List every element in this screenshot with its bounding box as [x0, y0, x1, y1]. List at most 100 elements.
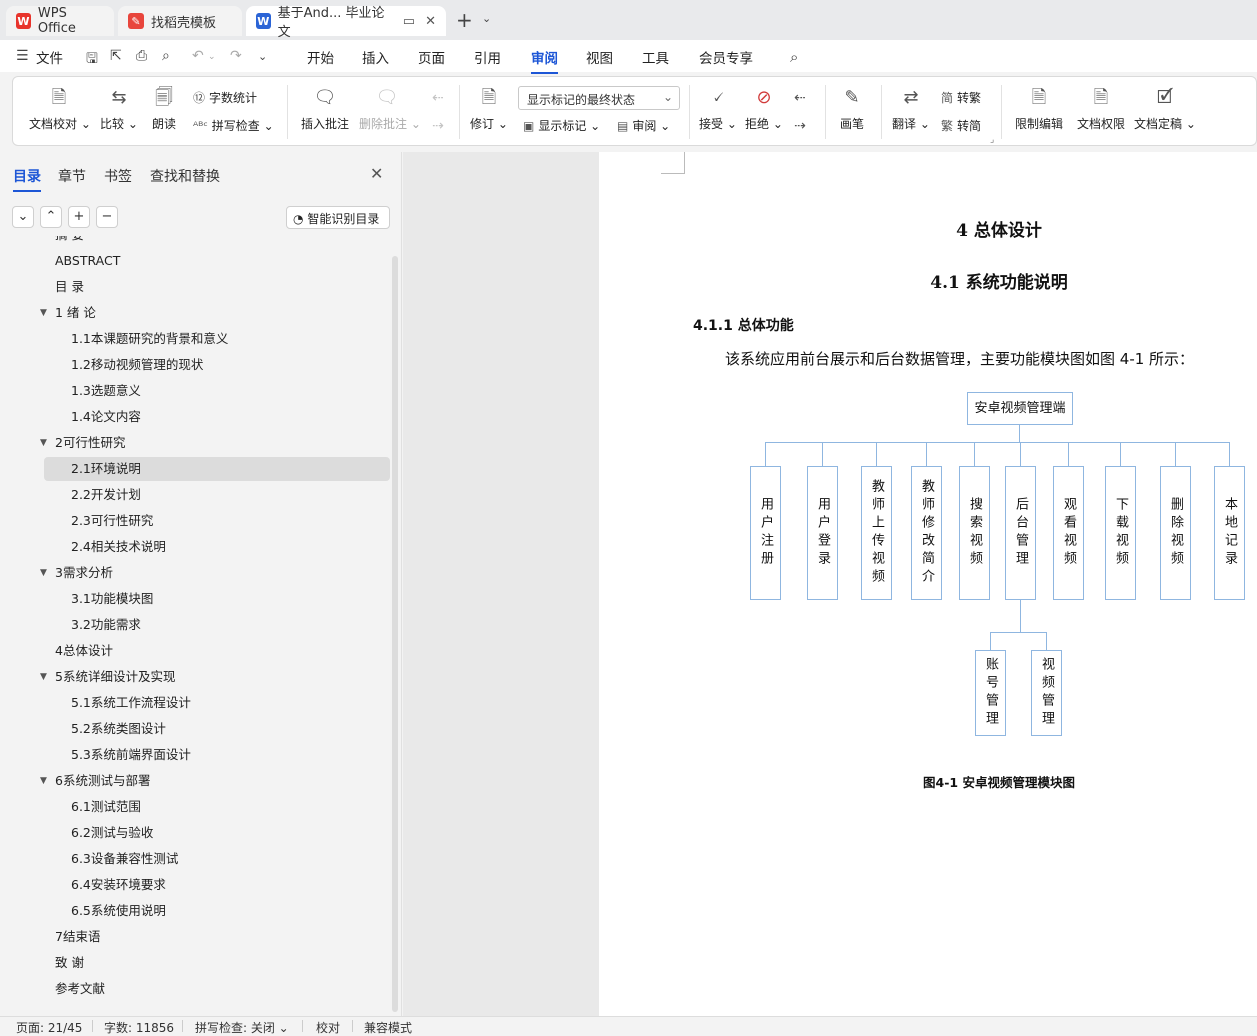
- toc-item[interactable]: ▼ 3需求分析: [40, 561, 390, 585]
- to-simplified-button[interactable]: 繁转简: [941, 117, 981, 134]
- tab-docer-templates[interactable]: ✎ 找稻壳模板: [118, 6, 242, 36]
- toc-item[interactable]: ▼ 6系统测试与部署: [40, 769, 390, 793]
- collapse-all-button[interactable]: ⌄: [12, 206, 34, 228]
- toc-item[interactable]: 7结束语: [44, 925, 390, 949]
- hamburger-icon[interactable]: ☰: [16, 48, 29, 64]
- print-preview-icon[interactable]: ⌕: [162, 48, 170, 64]
- toc-item[interactable]: 3.1功能模块图: [44, 587, 390, 611]
- spell-check-button[interactable]: ᴬᴮᶜ 拼写检查 ⌄: [193, 117, 274, 134]
- toc-item[interactable]: 1.4论文内容: [44, 405, 390, 429]
- new-tab-icon[interactable]: +: [456, 10, 473, 30]
- next-change-button[interactable]: ⇢: [787, 113, 813, 139]
- doc-permission-button[interactable]: 🗎 文档权限: [1073, 85, 1129, 132]
- toc-item[interactable]: 摘 要: [44, 236, 390, 247]
- toc-item[interactable]: ▼ 1 绪 论: [40, 301, 390, 325]
- toc-item[interactable]: 6.3设备兼容性测试: [44, 847, 390, 871]
- tab-find-replace[interactable]: 查找和替换: [150, 166, 220, 186]
- menu-member[interactable]: 会员专享: [699, 47, 753, 67]
- spell-check-toggle[interactable]: 拼写检查: 关闭 ⌄: [195, 1019, 289, 1036]
- to-traditional-button[interactable]: 简转繁: [941, 89, 981, 106]
- toc-item[interactable]: 目 录: [44, 275, 390, 299]
- expand-arrow-icon[interactable]: ▼: [40, 561, 47, 585]
- restrict-edit-button[interactable]: 🗎 限制编辑: [1011, 85, 1067, 132]
- search-icon[interactable]: ⌕: [790, 48, 798, 66]
- toc-item[interactable]: 5.2系统类图设计: [44, 717, 390, 741]
- word-count-button[interactable]: ⑫ 字数统计: [193, 89, 257, 106]
- toc-item[interactable]: 致 谢: [44, 951, 390, 975]
- toc-item[interactable]: 4总体设计: [44, 639, 390, 663]
- tab-current-document[interactable]: W 基于And... 毕业论文 ▭ ✕: [246, 6, 446, 40]
- show-markup-button[interactable]: ▣ 显示标记 ⌄: [523, 117, 600, 134]
- expand-arrow-icon[interactable]: ▼: [40, 431, 47, 455]
- menu-insert[interactable]: 插入: [362, 47, 389, 67]
- toc-item[interactable]: 6.2测试与验收: [44, 821, 390, 845]
- menu-start[interactable]: 开始: [307, 47, 334, 67]
- toc-item[interactable]: 6.4安装环境要求: [44, 873, 390, 897]
- toc-item[interactable]: 3.2功能需求: [44, 613, 390, 637]
- document-area[interactable]: 4 总体设计 4.1 系统功能说明 4.1.1 总体功能 该系统应用前台展示和后…: [403, 152, 1257, 1016]
- toc-item[interactable]: 2.2开发计划: [44, 483, 390, 507]
- expand-arrow-icon[interactable]: ▼: [40, 769, 47, 793]
- undo-dropdown-icon[interactable]: ⌄: [208, 52, 216, 62]
- page-indicator[interactable]: 页面: 21/45: [16, 1019, 82, 1036]
- print-icon[interactable]: ⎙: [136, 48, 147, 64]
- toc-item[interactable]: ▼ 5系统详细设计及实现: [40, 665, 390, 689]
- expand-arrow-icon[interactable]: ▼: [40, 301, 47, 325]
- accept-button[interactable]: 🗸 接受 ⌄: [699, 85, 737, 132]
- tab-bookmarks[interactable]: 书签: [104, 166, 132, 186]
- read-aloud-button[interactable]: 🗐 朗读: [147, 85, 181, 132]
- undo-icon[interactable]: ↶: [192, 48, 204, 64]
- compare-button[interactable]: ⇆ 比较 ⌄: [97, 85, 141, 132]
- prev-change-button[interactable]: ⇠: [787, 85, 813, 111]
- tab-toc[interactable]: 目录: [13, 166, 41, 192]
- reject-button[interactable]: ⊘ 拒绝 ⌄: [745, 85, 783, 132]
- menu-file[interactable]: 文件: [36, 47, 63, 67]
- toc-item[interactable]: 5.3系统前端界面设计: [44, 743, 390, 767]
- toc-item[interactable]: 1.2移动视频管理的现状: [44, 353, 390, 377]
- toc-item[interactable]: 6.5系统使用说明: [44, 899, 390, 923]
- redo-icon[interactable]: ↷: [230, 48, 242, 64]
- prev-comment-button[interactable]: ⇠: [425, 85, 451, 111]
- delete-comment-button[interactable]: 🗨 删除批注 ⌄: [359, 85, 421, 132]
- remove-heading-button[interactable]: −: [96, 206, 118, 228]
- review-pane-button[interactable]: ▤ 审阅 ⌄: [617, 117, 670, 134]
- toc-scrollbar[interactable]: [392, 256, 398, 1012]
- next-comment-button[interactable]: ⇢: [425, 113, 451, 139]
- chevron-down-icon[interactable]: ⌄: [482, 12, 491, 25]
- more-dropdown-icon[interactable]: ⌄: [258, 50, 267, 63]
- toc-item[interactable]: ABSTRACT: [44, 249, 390, 273]
- add-heading-button[interactable]: +: [68, 206, 90, 228]
- tab-window-icon[interactable]: ▭: [403, 14, 415, 29]
- toc-item[interactable]: ▼ 2可行性研究: [40, 431, 390, 455]
- word-count-indicator[interactable]: 字数: 11856: [104, 1019, 174, 1036]
- doc-check-button[interactable]: 🗎 文档校对 ⌄: [29, 85, 91, 132]
- toc-item[interactable]: 5.1系统工作流程设计: [44, 691, 390, 715]
- expand-arrow-icon[interactable]: ▼: [40, 665, 47, 689]
- smart-toc-button[interactable]: ◔ 智能识别目录: [286, 206, 390, 229]
- revise-button[interactable]: 🗎 修订 ⌄: [469, 85, 509, 132]
- toc-item[interactable]: 1.3选题意义: [44, 379, 390, 403]
- menu-page[interactable]: 页面: [418, 47, 445, 67]
- save-icon[interactable]: 🖫: [86, 48, 98, 72]
- menu-reference[interactable]: 引用: [474, 47, 501, 67]
- markup-display-select[interactable]: 显示标记的最终状态 ⌄: [518, 86, 680, 110]
- toc-item[interactable]: 2.4相关技术说明: [44, 535, 390, 559]
- document-page[interactable]: 4 总体设计 4.1 系统功能说明 4.1.1 总体功能 该系统应用前台展示和后…: [599, 152, 1257, 1016]
- toc-item[interactable]: 参考文献: [44, 977, 390, 1001]
- menu-tools[interactable]: 工具: [642, 47, 669, 67]
- expand-dialog-icon[interactable]: ⌟: [990, 135, 994, 145]
- toc-item[interactable]: 6.1测试范围: [44, 795, 390, 819]
- close-icon[interactable]: ✕: [425, 14, 436, 29]
- tab-chapters[interactable]: 章节: [58, 166, 86, 186]
- menu-review[interactable]: 审阅: [531, 47, 558, 74]
- expand-up-button[interactable]: ⌃: [40, 206, 62, 228]
- menu-view[interactable]: 视图: [586, 47, 613, 67]
- share-icon[interactable]: ⇱: [110, 48, 122, 64]
- insert-comment-button[interactable]: 🗨 插入批注: [299, 85, 351, 132]
- pen-button[interactable]: ✎ 画笔: [835, 85, 869, 132]
- tab-wps-office[interactable]: W WPS Office: [6, 6, 114, 36]
- translate-button[interactable]: ⇄ 翻译 ⌄: [891, 85, 931, 132]
- finalize-button[interactable]: 🗹 文档定稿 ⌄: [1133, 85, 1197, 132]
- toc-item[interactable]: 2.1环境说明: [44, 457, 390, 481]
- close-icon[interactable]: ✕: [370, 164, 383, 183]
